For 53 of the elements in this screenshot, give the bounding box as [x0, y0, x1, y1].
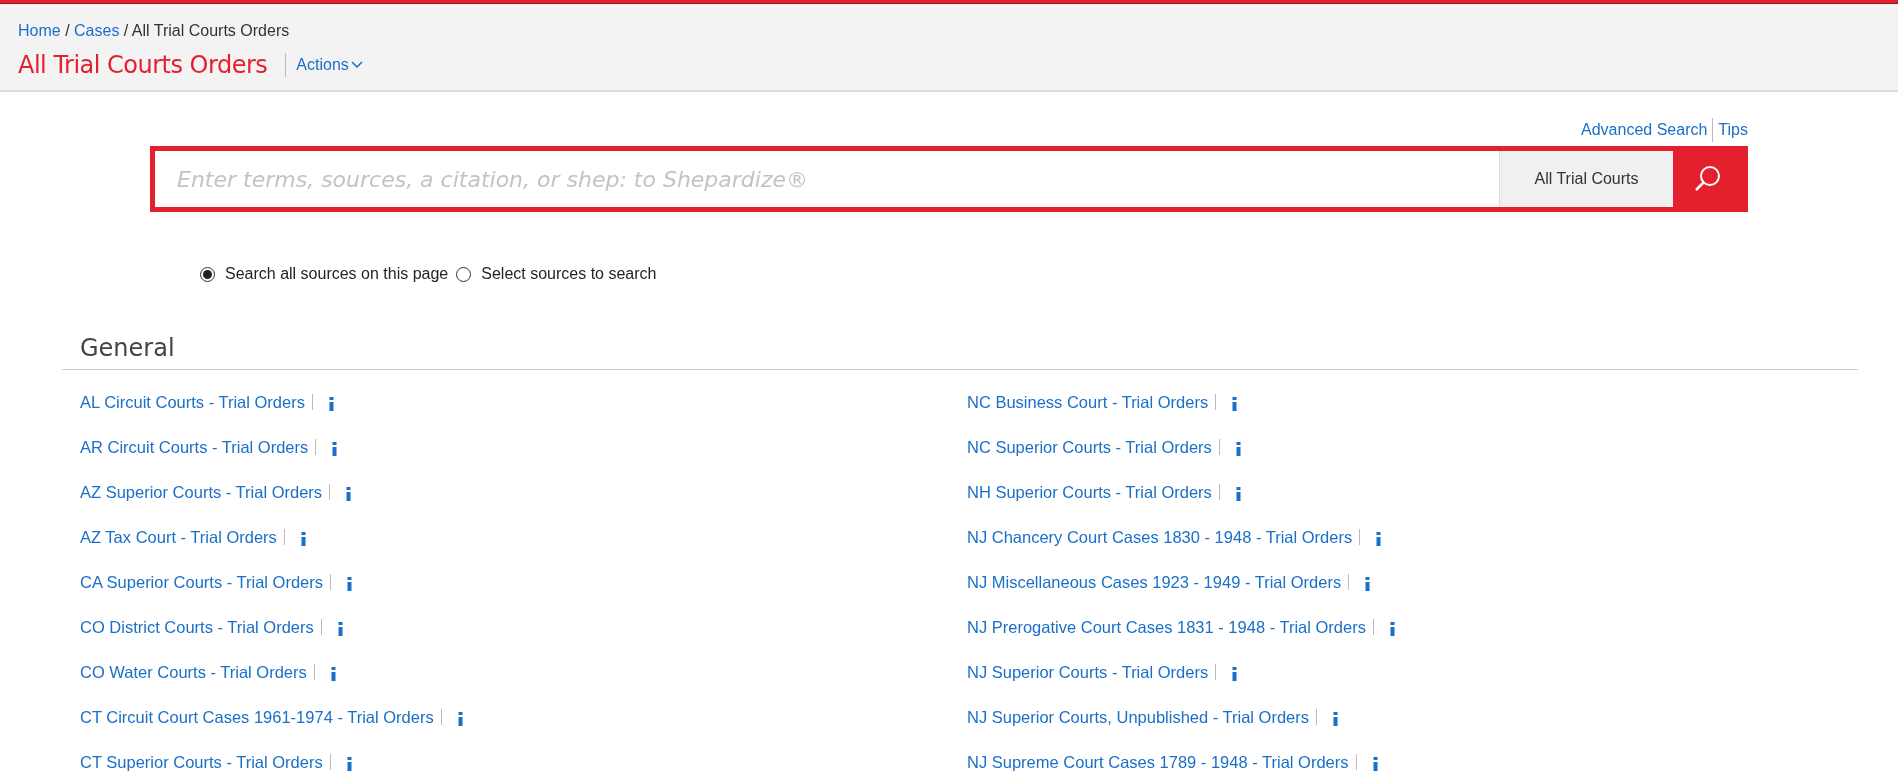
source-link[interactable]: AZ Tax Court - Trial Orders	[80, 524, 277, 550]
source-link[interactable]: NJ Miscellaneous Cases 1923 - 1949 - Trial Orders	[967, 569, 1342, 595]
info-icon[interactable]	[1232, 667, 1238, 682]
source-link[interactable]: NH Superior Courts - Trial Orders	[967, 479, 1212, 505]
source-link[interactable]: CO District Courts - Trial Orders	[80, 614, 314, 640]
radio-button[interactable]	[456, 266, 472, 282]
search-link[interactable]: Tips	[1712, 118, 1748, 142]
source-link[interactable]: NJ Chancery Court Cases 1830 - 1948 - Trial Orders	[967, 524, 1353, 550]
source-link[interactable]: CA Superior Courts - Trial Orders	[80, 569, 323, 595]
info-icon[interactable]	[1376, 532, 1382, 547]
info-icon[interactable]	[347, 577, 352, 592]
source-link[interactable]: NJ Supreme Court Cases 1789 - 1948 - Trial Orders	[967, 749, 1349, 775]
info-icon[interactable]	[1365, 577, 1371, 592]
breadcrumb-separator: /	[64, 22, 71, 39]
source-link[interactable]: NJ Superior Courts - Trial Orders	[967, 659, 1209, 685]
source-link[interactable]: NC Business Court - Trial Orders	[967, 389, 1209, 415]
breadcrumb-separator: /	[122, 22, 130, 39]
info-icon[interactable]	[328, 397, 334, 412]
breadcrumb-current: All Trial Courts Orders	[131, 22, 290, 39]
search-field[interactable]: Enter terms, sources, a citation, or shep: to Shepardize®	[155, 151, 1499, 207]
source-link[interactable]: NJ Prerogative Court Cases 1831 - 1948 - Trial Orders	[967, 614, 1366, 640]
info-icon[interactable]	[1333, 712, 1339, 727]
source-link[interactable]: NJ Superior Courts, Unpublished - Trial Orders	[967, 704, 1310, 730]
source-link[interactable]: CO Water Courts - Trial Orders	[80, 659, 307, 685]
page-title: All Trial Courts Orders	[18, 51, 268, 80]
info-icon[interactable]	[1232, 397, 1238, 412]
source-link[interactable]: CT Superior Courts - Trial Orders	[80, 749, 323, 775]
scope-dropdown[interactable]: All Trial Courts	[1499, 151, 1673, 207]
search-link[interactable]: Advanced Search	[1581, 118, 1708, 142]
radio-label: Search all sources on this page	[225, 264, 449, 284]
actions-menu[interactable]: Actions	[285, 53, 363, 78]
info-icon[interactable]	[332, 442, 338, 457]
source-link[interactable]: AZ Superior Courts - Trial Orders	[80, 479, 323, 505]
section-title: General	[62, 334, 1858, 370]
chevron-down-icon	[350, 61, 363, 70]
source-link[interactable]: CT Circuit Court Cases 1961-1974 - Trial Orders	[80, 704, 434, 730]
info-icon[interactable]	[330, 667, 336, 682]
info-icon[interactable]	[457, 712, 463, 727]
radio-label: Select sources to search	[481, 264, 657, 284]
info-icon[interactable]	[1389, 622, 1395, 637]
info-icon[interactable]	[1235, 487, 1241, 502]
breadcrumb-link[interactable]: Cases	[74, 22, 120, 39]
radio-button[interactable]	[200, 266, 215, 282]
source-link[interactable]: AR Circuit Courts - Trial Orders	[80, 434, 309, 460]
breadcrumb-link[interactable]: Home	[18, 22, 61, 39]
info-icon[interactable]	[346, 757, 352, 772]
source-link[interactable]: NC Superior Courts - Trial Orders	[967, 434, 1212, 460]
info-icon[interactable]	[337, 622, 343, 637]
info-icon[interactable]	[346, 487, 352, 502]
info-icon[interactable]	[1372, 757, 1378, 772]
info-icon[interactable]	[300, 532, 306, 547]
source-link[interactable]: AL Circuit Courts - Trial Orders	[80, 389, 305, 415]
info-icon[interactable]	[1235, 442, 1241, 457]
